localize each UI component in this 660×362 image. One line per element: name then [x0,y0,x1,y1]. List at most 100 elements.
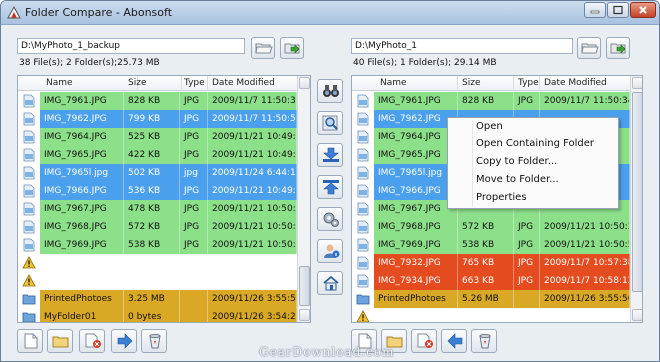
scroll-down-arrow[interactable] [632,309,642,321]
zoom-button[interactable] [317,111,343,135]
right-browse-button[interactable] [577,37,601,59]
menu-item-open[interactable]: Open [476,121,503,137]
right-scrollbar[interactable] [630,76,642,322]
row-icon-cell [18,200,40,218]
column-size[interactable]: Size [124,76,182,91]
table-row[interactable]: IMG_7965l.jpg 502 KB jpg 2009/11/24 6:44:13 [18,164,297,182]
file-icon [357,238,369,252]
arrow-up-icon [323,180,339,195]
row-icon-cell [18,308,40,322]
row-icon-cell [18,146,40,164]
table-row[interactable]: IMG_7968.JPG572 KBJPG2009/11/21 10:50:32 [352,218,630,236]
table-row[interactable]: PrintedPhotoes 5.26 MB 2009/11/26 3:55:56 [352,290,630,308]
table-row[interactable]: IMG_7961.JPG 828 KB JPG 2009/11/7 11:50:34 [18,92,297,110]
table-row[interactable]: PrintedPhotoes 3.25 MB 2009/11/26 3:55:56 [18,290,297,308]
menu-item-move-to-folder[interactable]: Move to Folder... [476,174,559,190]
maximize-button[interactable] [607,2,629,18]
column-size[interactable]: Size [458,76,514,91]
left-recycle-button[interactable] [141,329,167,353]
scroll-up-arrow[interactable] [632,77,642,89]
cell-name: IMG_7964.JPG [40,128,124,146]
cell-size: 5.26 MB [458,290,514,308]
scroll-down-arrow[interactable] [299,309,310,321]
column-name[interactable]: Name [376,76,458,91]
table-row[interactable]: IMG_7966.JPG536 KBJPG2009/11/21 10:49:48 [18,182,297,200]
settings-button[interactable] [317,207,343,231]
file-icon [23,148,35,162]
move-down-button[interactable] [317,143,343,167]
home-icon [323,275,339,291]
right-path-field[interactable]: D:\MyPhoto_1 [351,38,573,54]
close-button[interactable] [630,2,656,18]
left-browse-button[interactable] [251,37,275,59]
column-type[interactable]: Type [514,76,540,91]
about-button[interactable] [317,239,343,263]
move-up-button[interactable] [317,175,343,199]
cell-size: 422 KB [124,146,180,164]
warning-icon [22,274,36,287]
gear-icon [323,212,339,227]
table-row[interactable]: IMG_7965.JPG422 KBJPG2009/11/21 10:49:30 [18,146,297,164]
table-row[interactable]: IMG_7934.JPG 663 KB JPG 2009/11/7 10:58:12 [352,272,630,290]
folder-go-icon [610,43,626,54]
user-info-icon [324,244,340,258]
menu-item-open-containing-folder[interactable]: Open Containing Folder [476,138,594,154]
table-row[interactable] [18,254,297,272]
cell-date [208,254,297,272]
minimize-icon [590,10,600,14]
cell-date [540,308,630,322]
left-new-folder-button[interactable] [47,329,73,353]
cell-name [374,308,458,322]
row-icon-cell [18,218,40,236]
cell-type: JPG [180,128,208,146]
cell-size: 538 KB [124,236,180,254]
home-button[interactable] [317,271,343,295]
right-copy-to-left-button[interactable] [441,329,467,353]
column-date-modified[interactable]: Date Modified [540,76,630,91]
right-delete-compare-button[interactable] [411,329,437,353]
cell-size [124,254,180,272]
table-row[interactable]: IMG_7932.JPG 765 KB JPG 2009/11/7 10:57:38 [352,254,630,272]
cell-name: PrintedPhotoes [40,290,124,308]
cell-type [514,308,540,322]
cell-date: 2009/11/21 10:49:18 [208,128,297,146]
column-date-modified[interactable]: Date Modified [208,76,297,91]
column-type[interactable]: Type [180,76,208,91]
cell-date: 2009/11/26 3:54:22 [208,308,297,322]
table-row[interactable]: IMG_7969.JPG538 KBJPG2009/11/21 10:50:52 [352,236,630,254]
watermark: GearDownload.com [259,345,395,359]
table-row[interactable]: IMG_7964.JPG525 KBJPG2009/11/21 10:49:18 [18,128,297,146]
table-row[interactable]: IMG_7961.JPG 828 KB JPG 2009/11/7 11:50:34 [352,92,630,110]
scroll-thumb[interactable] [632,92,642,292]
table-row[interactable]: IMG_7968.JPG572 KBJPG2009/11/21 10:50:32 [18,218,297,236]
table-row[interactable]: IMG_7969.JPG538 KBJPG2009/11/21 10:50:52 [18,236,297,254]
menu-item-properties[interactable]: Properties [476,192,527,208]
cell-type [514,290,540,308]
table-row[interactable] [18,272,297,290]
close-icon [639,6,647,14]
right-recycle-button[interactable] [471,329,497,353]
table-row[interactable]: IMG_7962.JPG 799 KB JPG 2009/11/7 11:50:54 [18,110,297,128]
file-icon [23,166,35,180]
table-row[interactable]: MyFolder01 0 bytes 2009/11/26 3:54:22 [18,308,297,322]
cell-date: 2009/11/7 10:58:12 [540,272,630,290]
minimize-button[interactable] [584,2,606,18]
menu-item-copy-to-folder[interactable]: Copy to Folder... [476,156,557,172]
compare-button[interactable] [317,79,343,103]
left-file-list[interactable]: Name Size Type Date Modified IMG_7961.JP… [17,75,311,323]
left-refresh-button[interactable] [280,37,304,59]
table-row[interactable]: IMG_7967.JPG478 KBJPG2009/11/21 10:50:14 [18,200,297,218]
right-refresh-button[interactable] [606,37,630,59]
table-row[interactable] [352,308,630,322]
file-icon [23,202,35,216]
left-new-file-button[interactable] [17,329,43,353]
scroll-thumb[interactable] [299,266,310,306]
left-path-field[interactable]: D:\MyPhoto_1_backup [17,38,245,54]
file-icon [357,94,369,108]
scroll-up-arrow[interactable] [299,77,310,89]
left-delete-compare-button[interactable] [79,329,105,353]
left-scrollbar[interactable] [297,76,310,322]
left-copy-to-right-button[interactable] [111,329,137,353]
cell-name: IMG_7968.JPG [40,218,124,236]
row-icon-cell [18,110,40,128]
